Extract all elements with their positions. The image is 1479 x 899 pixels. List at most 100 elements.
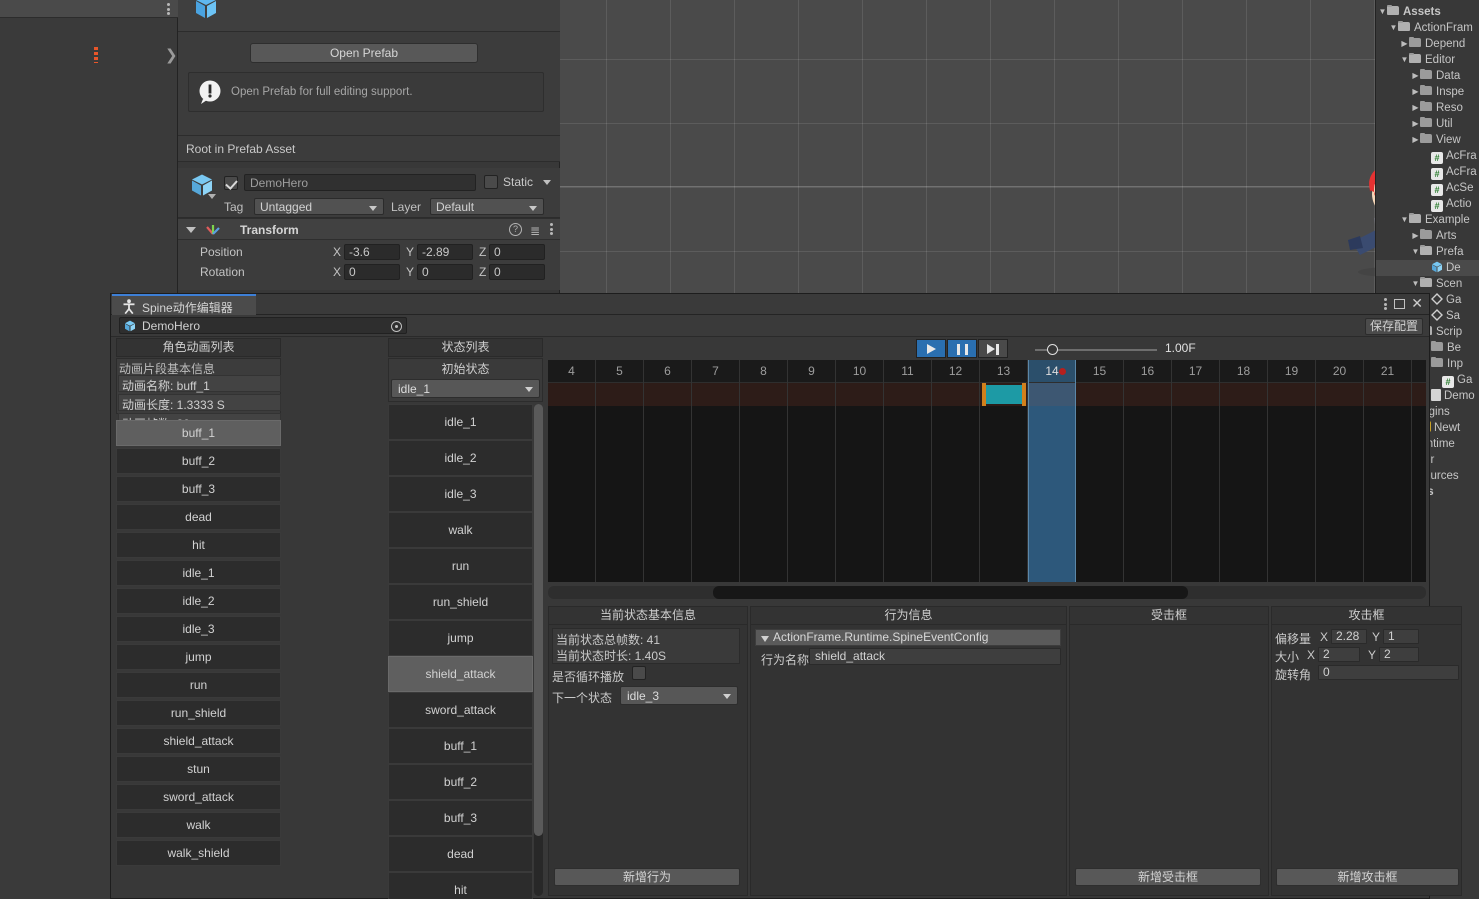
- state-list-item[interactable]: buff_2: [388, 764, 533, 800]
- scene-view[interactable]: [560, 0, 1376, 295]
- animation-list-item[interactable]: dead: [116, 504, 281, 530]
- state-list-item[interactable]: dead: [388, 836, 533, 872]
- zoom-slider-knob[interactable]: [1047, 344, 1058, 355]
- timeline-event-track-cell[interactable]: [1029, 383, 1075, 406]
- triangle-right-icon[interactable]: ▶: [1411, 84, 1420, 100]
- keyframe-block[interactable]: [985, 385, 1023, 404]
- timeline-frame-column[interactable]: 16: [1124, 360, 1172, 582]
- project-tree-row[interactable]: ▶ View: [1376, 132, 1479, 148]
- animation-list-item[interactable]: jump: [116, 644, 281, 670]
- project-tree-row[interactable]: ▼ Example: [1376, 212, 1479, 228]
- timeline-event-track-cell[interactable]: [1412, 383, 1426, 406]
- timeline-scrollbar-thumb[interactable]: [713, 586, 1188, 599]
- window-close-icon[interactable]: ✕: [1411, 296, 1423, 310]
- loop-checkbox[interactable]: [632, 666, 646, 680]
- timeline-event-track-cell[interactable]: [1220, 383, 1267, 406]
- state-list-item[interactable]: hit: [388, 872, 533, 899]
- timeline-event-track-cell[interactable]: [644, 383, 691, 406]
- animation-list-item[interactable]: stun: [116, 756, 281, 782]
- expand-chevron-right-icon[interactable]: ❯: [165, 48, 178, 63]
- open-prefab-button[interactable]: Open Prefab: [250, 43, 478, 63]
- triangle-right-icon[interactable]: ▶: [1411, 132, 1420, 148]
- keyframe-handle-right[interactable]: [1022, 383, 1026, 406]
- position-y-field[interactable]: -2.89: [417, 244, 473, 260]
- gameobject-dropdown-caret-icon[interactable]: [208, 194, 216, 199]
- size-y-field[interactable]: 2: [1379, 647, 1419, 662]
- timeline-frame-column[interactable]: 12: [932, 360, 980, 582]
- layer-dropdown[interactable]: Default: [430, 198, 544, 215]
- timeline-track-body[interactable]: [1220, 406, 1267, 582]
- project-tree-row[interactable]: ▶ Inspe: [1376, 84, 1479, 100]
- timeline-event-track-cell[interactable]: [1172, 383, 1219, 406]
- rotation-field[interactable]: 0: [1318, 665, 1459, 680]
- animation-list-item[interactable]: idle_3: [116, 616, 281, 642]
- state-list-item[interactable]: buff_3: [388, 800, 533, 836]
- animation-list-item[interactable]: run: [116, 672, 281, 698]
- animation-list-item[interactable]: walk_shield: [116, 840, 281, 866]
- project-tree-row[interactable]: # AcFra: [1376, 148, 1479, 164]
- timeline-event-track-cell[interactable]: [1316, 383, 1363, 406]
- timeline-track-body[interactable]: [1316, 406, 1363, 582]
- project-tree-row[interactable]: ▼ Editor: [1376, 52, 1479, 68]
- timeline-track-body[interactable]: [1412, 406, 1426, 582]
- project-tree-row[interactable]: ▶ Depend: [1376, 36, 1479, 52]
- timeline-event-track-cell[interactable]: [1076, 383, 1123, 406]
- project-tree-row[interactable]: ▶ Arts: [1376, 228, 1479, 244]
- timeline-frame-column[interactable]: 19: [1268, 360, 1316, 582]
- project-tree-row[interactable]: ▼ Assets: [1376, 4, 1479, 20]
- timeline-frame-column[interactable]: 20: [1316, 360, 1364, 582]
- timeline-frame-column[interactable]: 14: [1028, 360, 1076, 582]
- timeline-track-body[interactable]: [740, 406, 787, 582]
- timeline-track-body[interactable]: [548, 406, 595, 582]
- timeline-frame-column[interactable]: 21: [1364, 360, 1412, 582]
- timeline-track-body[interactable]: [932, 406, 979, 582]
- timeline-frame-column[interactable]: 7: [692, 360, 740, 582]
- project-tree-row[interactable]: De: [1376, 260, 1479, 276]
- timeline-frame-grid[interactable]: 456789101112131415161718192021222324: [548, 360, 1426, 582]
- help-icon[interactable]: ?: [509, 223, 522, 236]
- timeline-event-track-cell[interactable]: [1268, 383, 1315, 406]
- project-tree-row[interactable]: ▼ ActionFram: [1376, 20, 1479, 36]
- timeline-track-body[interactable]: [692, 406, 739, 582]
- state-list-item[interactable]: run: [388, 548, 533, 584]
- timeline-track-body[interactable]: [1364, 406, 1411, 582]
- add-hitbox-button[interactable]: 新增攻击框: [1276, 868, 1459, 886]
- target-object-field[interactable]: DemoHero: [119, 317, 407, 334]
- timeline-frame-column[interactable]: 22: [1412, 360, 1426, 582]
- rotation-y-field[interactable]: 0: [417, 264, 473, 280]
- timeline-track-body[interactable]: [884, 406, 931, 582]
- timeline-track-body[interactable]: [1076, 406, 1123, 582]
- timeline-track-body[interactable]: [1172, 406, 1219, 582]
- position-z-field[interactable]: 0: [489, 244, 545, 260]
- state-list-item[interactable]: jump: [388, 620, 533, 656]
- timeline-event-track-cell[interactable]: [596, 383, 643, 406]
- add-hurtbox-button[interactable]: 新增受击框: [1075, 868, 1261, 886]
- state-list-scrollbar-thumb[interactable]: [534, 404, 543, 836]
- state-list-item[interactable]: idle_3: [388, 476, 533, 512]
- timeline-track-body[interactable]: [596, 406, 643, 582]
- initial-state-dropdown[interactable]: idle_1: [391, 379, 540, 398]
- project-tree-row[interactable]: ▶ Reso: [1376, 100, 1479, 116]
- state-list-item[interactable]: buff_1: [388, 728, 533, 764]
- next-state-dropdown[interactable]: idle_3: [620, 686, 738, 705]
- timeline-event-track-cell[interactable]: [788, 383, 835, 406]
- tag-dropdown[interactable]: Untagged: [254, 198, 384, 215]
- animation-list-item[interactable]: buff_2: [116, 448, 281, 474]
- timeline-event-track-cell[interactable]: [740, 383, 787, 406]
- timeline-frame-column[interactable]: 18: [1220, 360, 1268, 582]
- timeline-frame-column[interactable]: 15: [1076, 360, 1124, 582]
- timeline-frame-column[interactable]: 17: [1172, 360, 1220, 582]
- state-list-item[interactable]: shield_attack: [388, 656, 533, 692]
- timeline-frame-column[interactable]: 4: [548, 360, 596, 582]
- state-list-item[interactable]: sword_attack: [388, 692, 533, 728]
- window-maximize-icon[interactable]: [1394, 299, 1405, 309]
- preset-icon[interactable]: ≣: [530, 224, 540, 238]
- triangle-right-icon[interactable]: ▶: [1411, 228, 1420, 244]
- state-list-item[interactable]: idle_2: [388, 440, 533, 476]
- timeline-track-body[interactable]: [644, 406, 691, 582]
- timeline-event-track-cell[interactable]: [932, 383, 979, 406]
- timeline-track-body[interactable]: [836, 406, 883, 582]
- animation-list-item[interactable]: hit: [116, 532, 281, 558]
- timeline-frame-column[interactable]: 11: [884, 360, 932, 582]
- triangle-down-icon[interactable]: ▼: [1400, 52, 1409, 68]
